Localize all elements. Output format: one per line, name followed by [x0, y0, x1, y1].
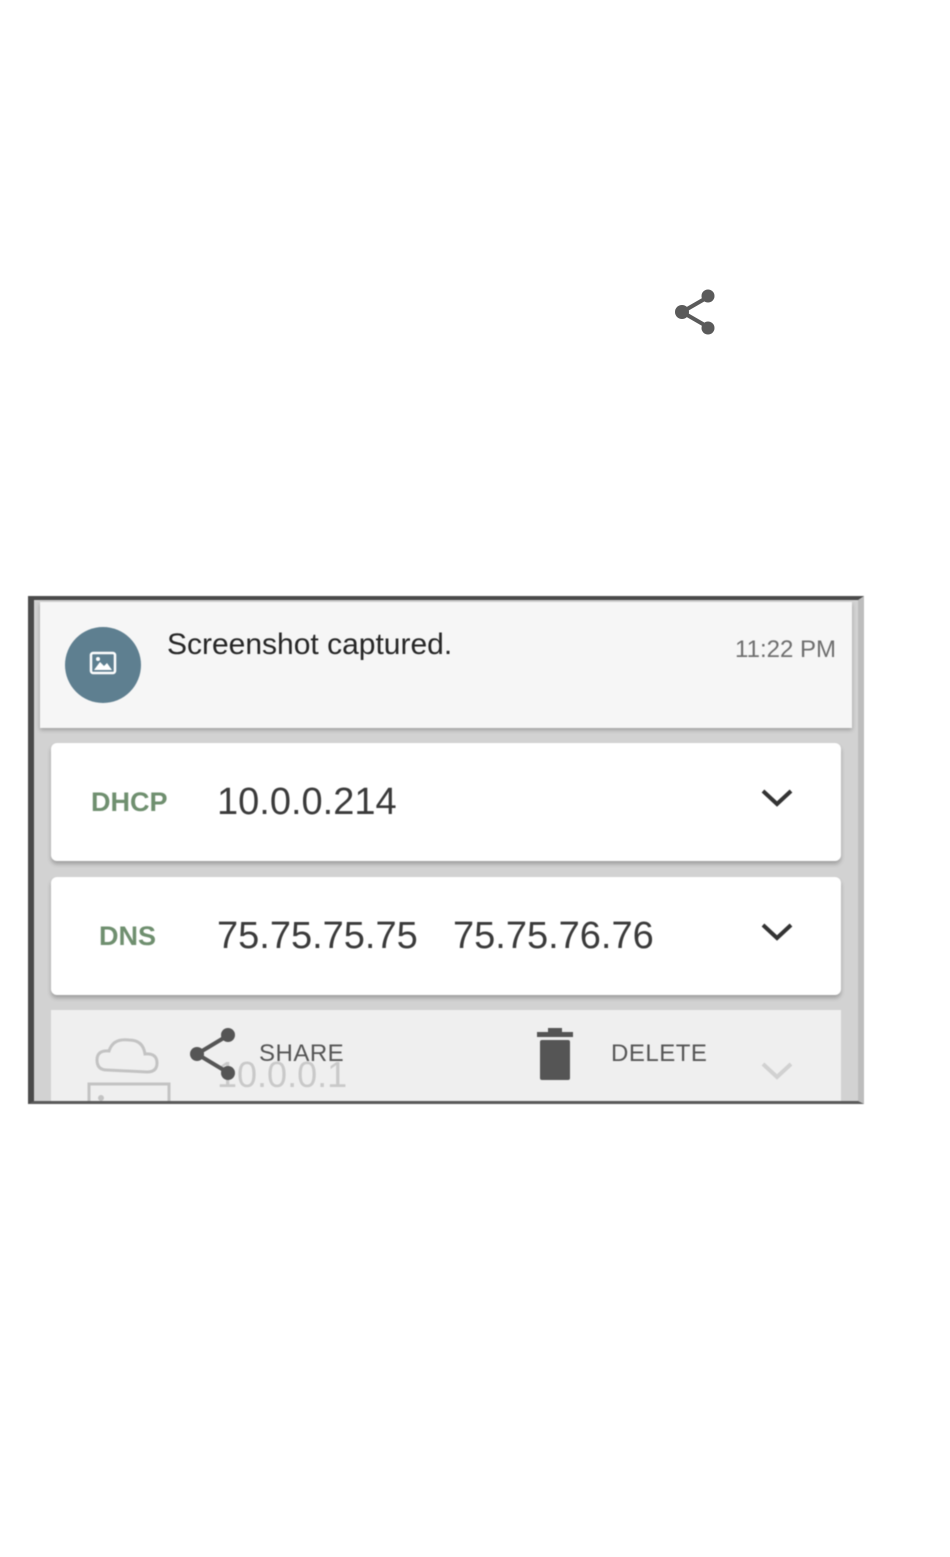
notification-time: 11:22 PM	[735, 636, 836, 663]
dhcp-label: DHCP	[91, 787, 168, 817]
screenshot-preview[interactable]: Screenshot captured. 11:22 PM DHCP 10.0.…	[28, 596, 864, 1104]
notification-title: Screenshot captured.	[167, 628, 453, 661]
chevron-down-icon	[757, 1056, 797, 1086]
dns-primary-value: 75.75.75.75	[217, 915, 418, 957]
chevron-down-icon[interactable]	[757, 783, 797, 813]
chevron-down-icon[interactable]	[757, 917, 797, 947]
cloud-router-icon	[87, 1026, 177, 1101]
screenshot-notification[interactable]: Screenshot captured. 11:22 PM	[40, 602, 852, 728]
dns-secondary-value: 75.75.76.76	[453, 915, 654, 957]
delete-button[interactable]: DELETE	[533, 1024, 707, 1084]
dns-label: DNS	[99, 921, 157, 951]
share-label: SHARE	[259, 1040, 345, 1067]
delete-label: DELETE	[611, 1040, 708, 1067]
screen: Screenshot captured. 11:22 PM DHCP 10.0.…	[0, 0, 950, 1557]
notification-avatar	[65, 627, 141, 703]
share-icon[interactable]	[670, 286, 720, 338]
share-icon	[187, 1026, 241, 1082]
dns-row[interactable]: DNS 75.75.75.75 75.75.76.76	[51, 877, 841, 995]
screenshot-actions-bar: 10.0.0.1 SHARE DELETE	[51, 1010, 841, 1101]
dhcp-value: 10.0.0.214	[217, 781, 397, 823]
image-icon	[89, 651, 117, 680]
trash-icon	[533, 1026, 577, 1082]
dhcp-row[interactable]: DHCP 10.0.0.214	[51, 743, 841, 861]
share-button[interactable]: SHARE	[187, 1024, 344, 1084]
